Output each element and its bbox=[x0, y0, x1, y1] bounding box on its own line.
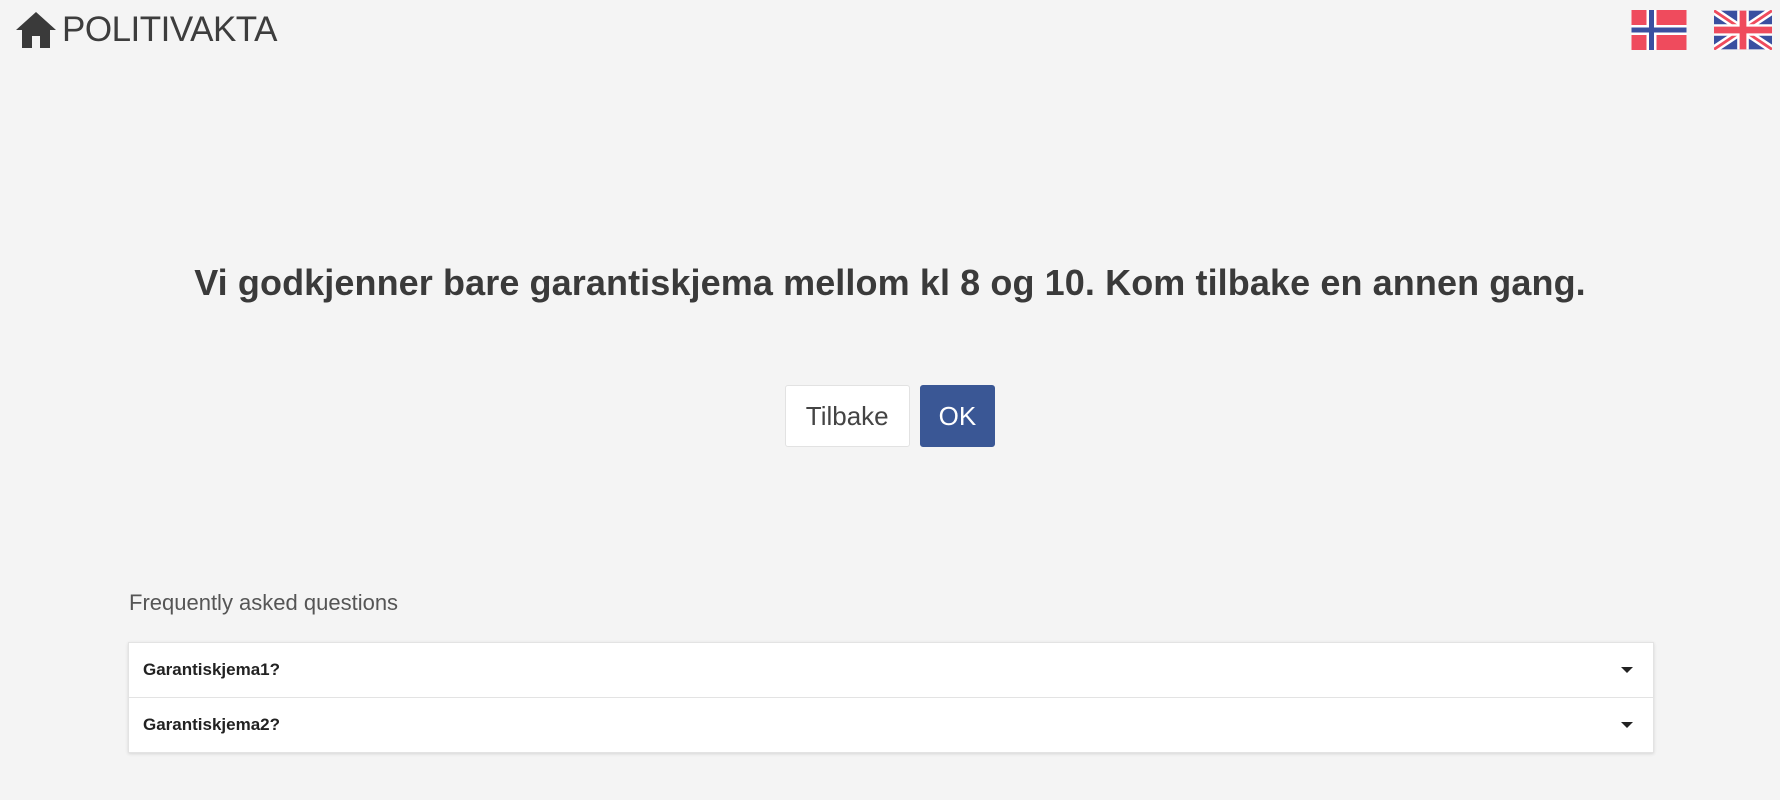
info-message: Vi godkjenner bare garantiskjema mellom … bbox=[194, 262, 1586, 303]
action-buttons: Tilbake OK bbox=[0, 385, 1780, 447]
faq-accordion: Garantiskjema1? Garantiskjema2? bbox=[128, 642, 1654, 753]
caret-down-icon bbox=[1621, 667, 1633, 673]
home-icon bbox=[16, 12, 56, 48]
faq-heading: Frequently asked questions bbox=[129, 590, 399, 615]
norway-flag-icon[interactable] bbox=[1630, 10, 1688, 50]
back-button[interactable]: Tilbake bbox=[784, 385, 910, 447]
faq-item[interactable]: Garantiskjema1? bbox=[129, 643, 1653, 697]
ok-button[interactable]: OK bbox=[919, 385, 996, 447]
page: POLITIVAKTA Vi godkjenner bare garantisk… bbox=[0, 0, 1780, 800]
uk-flag-icon[interactable] bbox=[1714, 10, 1772, 50]
faq-item[interactable]: Garantiskjema2? bbox=[129, 697, 1653, 752]
language-switcher bbox=[1630, 10, 1772, 50]
caret-down-icon bbox=[1621, 722, 1633, 728]
faq-question: Garantiskjema2? bbox=[143, 715, 281, 734]
home-link[interactable]: POLITIVAKTA bbox=[14, 8, 277, 52]
brand-label: POLITIVAKTA bbox=[62, 10, 277, 49]
faq-question: Garantiskjema1? bbox=[143, 660, 281, 679]
